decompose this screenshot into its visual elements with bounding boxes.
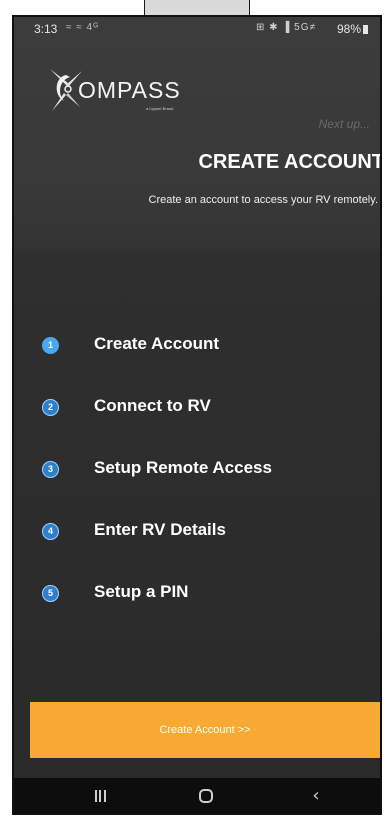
system-status-icons: ⊞ ✱ ▐ 5G≠: [255, 22, 316, 33]
recent-apps-icon: [94, 790, 106, 802]
step-number-badge: 2: [42, 399, 59, 416]
battery-percent: 98%: [336, 22, 361, 36]
step-label: Connect to RV: [94, 396, 211, 415]
home-button[interactable]: [186, 784, 226, 808]
logo-tagline: a Lippert Brand: [146, 106, 174, 111]
step-number-badge: 3: [42, 461, 59, 478]
logo-wordmark: OMPASS: [78, 77, 181, 103]
home-icon: [199, 789, 213, 803]
step-item-rv-details: 4 Enter RV Details: [42, 519, 362, 549]
android-nav-bar: ‹: [14, 778, 380, 813]
page-description: Create an account to access your RV remo…: [148, 194, 378, 206]
step-item-create-account: 1 Create Account: [42, 333, 362, 363]
status-bar: 3:13 ≈ ≈ 4ᴳ ⊞ ✱ ▐ 5G≠ 98%: [14, 17, 380, 41]
step-item-remote-access: 3 Setup Remote Access: [42, 457, 362, 487]
page-title: CREATE ACCOUNT: [198, 151, 382, 173]
compass-logo: OMPASS a Lippert Brand: [50, 69, 240, 127]
step-number-badge: 4: [42, 523, 59, 540]
step-label: Setup a PIN: [94, 582, 189, 601]
step-number-badge: 1: [42, 337, 59, 354]
step-item-connect-rv: 2 Connect to RV: [42, 395, 362, 425]
back-icon: ‹: [312, 785, 320, 806]
app-background: 3:13 ≈ ≈ 4ᴳ ⊞ ✱ ▐ 5G≠ 98% OMPASS a Lippe…: [14, 17, 380, 778]
notification-icons: ≈ ≈ 4ᴳ: [66, 22, 100, 33]
device-frame: 3:13 ≈ ≈ 4ᴳ ⊞ ✱ ▐ 5G≠ 98% OMPASS a Lippe…: [0, 0, 385, 817]
step-label: Enter RV Details: [94, 520, 226, 539]
create-account-button[interactable]: Create Account >>: [30, 702, 380, 758]
phone-screen: 3:13 ≈ ≈ 4ᴳ ⊞ ✱ ▐ 5G≠ 98% OMPASS a Lippe…: [12, 15, 382, 815]
battery-indicator: 98%: [337, 22, 368, 36]
step-number-badge: 5: [42, 585, 59, 602]
step-item-setup-pin: 5 Setup a PIN: [42, 581, 362, 611]
recent-apps-button[interactable]: [80, 784, 120, 808]
step-label: Create Account: [94, 334, 220, 353]
back-button[interactable]: ‹: [296, 784, 336, 808]
status-time: 3:13: [34, 22, 58, 36]
step-label: Setup Remote Access: [94, 458, 272, 477]
next-up-label: Next up...: [318, 117, 370, 131]
header-band: [14, 17, 380, 247]
battery-icon: [363, 25, 368, 34]
